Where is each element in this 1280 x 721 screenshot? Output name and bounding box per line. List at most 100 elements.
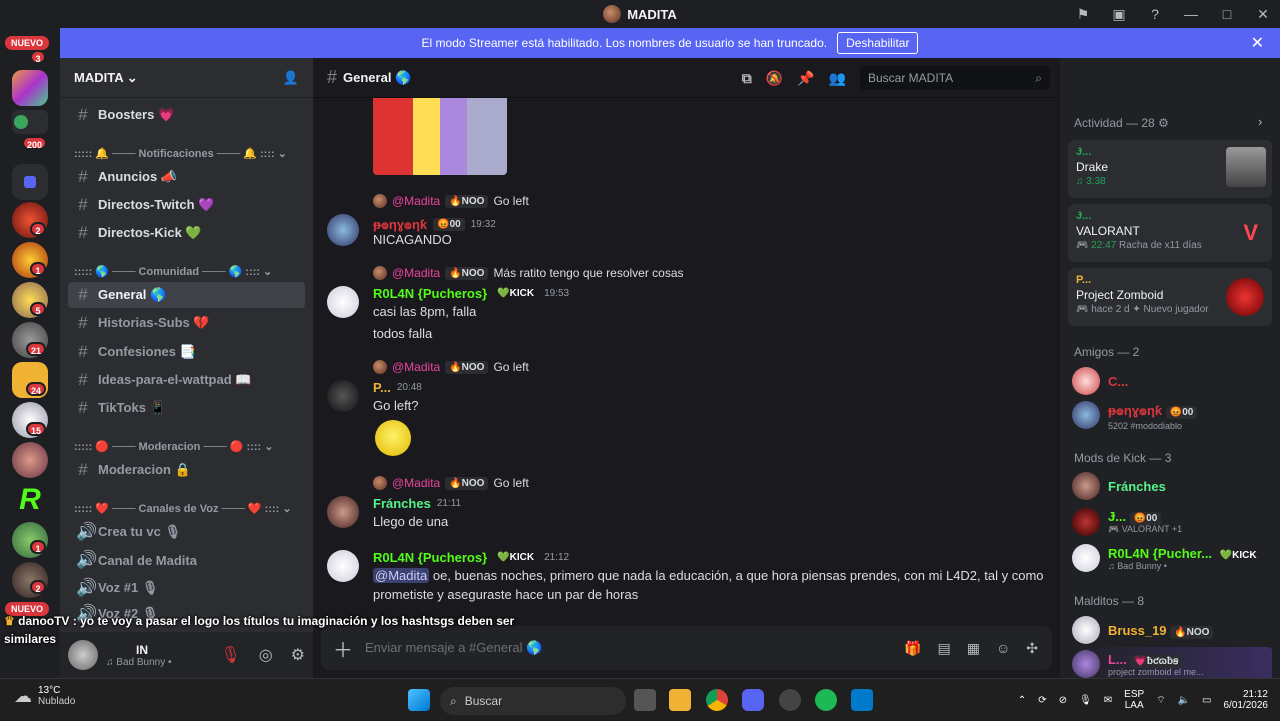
avatar[interactable] — [327, 380, 359, 412]
activity-card[interactable]: P... Project Zomboid 🎮 hace 2 d ✦ Nuevo … — [1068, 268, 1272, 326]
gif-icon[interactable]: ▤ — [938, 640, 951, 657]
pin-icon[interactable]: 📌 — [797, 70, 814, 87]
disable-streamer-button[interactable]: Deshabilitar — [837, 32, 919, 54]
sync-icon[interactable]: ⟳ — [1038, 695, 1046, 706]
clock[interactable]: 21:12 6/01/2026 — [1224, 689, 1269, 711]
activity-card[interactable]: Ɉ... Drake ♫ 3:38 — [1068, 140, 1272, 198]
sticker-icon[interactable]: ▦ — [967, 640, 980, 657]
member-item[interactable]: Fránches — [1072, 469, 1272, 503]
message-author[interactable]: Fránches 21:11 — [373, 496, 461, 511]
channel-directos-kick[interactable]: # Directos-Kick 💚 — [68, 220, 305, 246]
weather-widget[interactable]: ☁ 13°C Nublado — [14, 685, 75, 707]
channel-boosters[interactable]: # Boosters 💗 — [68, 102, 305, 128]
mute-mic-icon[interactable]: 🎙 — [220, 645, 240, 665]
member-status: 5202 #mododiablo — [1108, 420, 1183, 431]
user-mention[interactable]: @Madita — [373, 568, 430, 583]
headphones-icon[interactable]: ◎ — [259, 645, 273, 665]
channel-directos-twitch[interactable]: # Directos-Twitch 💜 — [68, 192, 305, 218]
wifi-icon[interactable]: ⌔ — [1156, 694, 1165, 707]
battery-icon[interactable]: ▭ — [1202, 695, 1211, 706]
channel-general[interactable]: # General 🌎 — [68, 282, 305, 308]
xbox-server-icon[interactable] — [12, 110, 48, 134]
channel-historias-subs[interactable]: # Historias-Subs 💔 — [68, 310, 305, 336]
activity-card[interactable]: Ɉ... VALORANT 🎮 22:47 Racha de x11 días … — [1068, 204, 1272, 262]
channel-moderacion[interactable]: # Moderacion 🔒 — [68, 457, 305, 483]
inbox-icon[interactable]: ▣ — [1110, 6, 1128, 23]
minimize-icon[interactable]: — — [1182, 6, 1200, 22]
category-voz[interactable]: ::::: ❤️ ─── Canales de Voz ─── ❤️ :::: … — [74, 502, 292, 515]
member-item[interactable]: L... 💗ƀƈɷƀꞩ project zomboid el me... — [1072, 647, 1272, 681]
maximize-icon[interactable]: □ — [1218, 6, 1236, 22]
member-item[interactable]: C... — [1072, 364, 1272, 398]
help-icon[interactable]: ? — [1146, 6, 1164, 22]
threads-icon[interactable]: ⧉ — [742, 70, 752, 87]
avatar[interactable] — [327, 550, 359, 582]
mic-icon[interactable]: 🎙 — [1079, 695, 1092, 706]
voice-channel-madita[interactable]: 🔊 Canal de Madita — [68, 547, 305, 573]
member-item[interactable]: R0L4N {Pucher... 💚KICK ♫ Bad Bunny • — [1072, 541, 1272, 575]
discord-icon[interactable] — [742, 689, 764, 711]
chevron-right-icon[interactable]: › — [1258, 114, 1262, 129]
flag-icon[interactable]: ⚑ — [1074, 6, 1092, 23]
file-explorer-icon[interactable] — [669, 689, 691, 711]
app-icon[interactable] — [779, 689, 801, 711]
reply-reference[interactable]: @Madita 🔥NOO Go left — [373, 360, 529, 374]
valorant-icon: V — [1243, 220, 1258, 245]
language-indicator[interactable]: ESP LAA — [1124, 689, 1144, 711]
task-view-icon[interactable] — [634, 689, 656, 711]
reply-reference[interactable]: @Madita 🔥NOO Go left — [373, 476, 529, 490]
member-status: 🎮 VALORANT +1 — [1108, 524, 1183, 534]
volume-icon[interactable]: 🔈 — [1178, 695, 1190, 706]
network-off-icon[interactable]: ⊘ — [1059, 695, 1067, 706]
folder-icon[interactable] — [12, 164, 48, 200]
emoji-icon[interactable]: ☺ — [996, 640, 1010, 657]
user-status-text: Bad Bunny • — [116, 656, 172, 668]
member-name: C... — [1108, 373, 1129, 389]
mail-icon[interactable]: ✉ — [1104, 695, 1112, 706]
guild-header[interactable]: MADITA ⌄ 👤 — [60, 58, 313, 98]
taskbar-search[interactable]: ⌕ Buscar — [440, 687, 626, 715]
members-icon[interactable]: 👥 — [829, 70, 846, 87]
search-input[interactable]: Buscar MADITA ⌕ — [860, 66, 1050, 90]
chevron-up-icon[interactable]: ⌃ — [1018, 695, 1026, 706]
channel-ideas[interactable]: # Ideas-para-el-wattpad 📖 — [68, 367, 305, 393]
message-image-attachment[interactable] — [373, 98, 507, 175]
message-author[interactable]: R0L4N {Pucheros} 💚KICK 19:53 — [373, 286, 569, 301]
kick-server-icon[interactable]: R — [12, 482, 48, 518]
voice-channel-crea[interactable]: 🔊 Crea tu vc 🎙 — [68, 519, 305, 545]
server-icon[interactable] — [12, 70, 48, 106]
avatar[interactable] — [327, 286, 359, 318]
chrome-icon[interactable] — [706, 689, 728, 711]
add-member-icon[interactable]: 👤 — [283, 70, 299, 86]
avatar[interactable] — [327, 496, 359, 528]
hash-icon: # — [78, 313, 88, 332]
member-item[interactable]: Ɉ... 😡00 🎮 VALORANT +1 — [1072, 505, 1272, 539]
category-notificaciones[interactable]: ::::: 🔔 ─── Notificaciones ─── 🔔 :::: ⌄ — [74, 147, 287, 160]
notifications-muted-icon[interactable]: 🔕 — [766, 70, 783, 87]
channel-tiktoks[interactable]: # TikToks 📱 — [68, 395, 305, 421]
close-icon[interactable]: ✕ — [1251, 33, 1264, 53]
reply-reference[interactable]: @Madita 🔥NOO Go left — [373, 194, 529, 208]
gear-icon[interactable]: ⚙ — [291, 645, 305, 665]
windows-start-icon[interactable] — [408, 689, 430, 711]
apps-icon[interactable]: ✣ — [1026, 640, 1038, 657]
avatar[interactable] — [327, 214, 359, 246]
member-item[interactable]: Bruss_19 🔥NOO — [1072, 613, 1272, 647]
hash-icon: # — [327, 67, 338, 87]
message-author[interactable]: R0L4N {Pucheros} 💚KICK 21:12 — [373, 550, 569, 565]
channel-anuncios[interactable]: # Anuncios 📣 — [68, 164, 305, 190]
vscode-icon[interactable] — [851, 689, 873, 711]
category-moderacion[interactable]: ::::: 🔴 ─── Moderacion ─── 🔴 :::: ⌄ — [74, 440, 273, 453]
message-author[interactable]: P... 20:48 — [373, 380, 422, 395]
voice-channel-voz1[interactable]: 🔊 Voz #1 🎙 — [68, 575, 305, 601]
reply-reference[interactable]: @Madita 🔥NOO Más ratito tengo que resolv… — [373, 266, 684, 280]
spotify-icon[interactable] — [815, 689, 837, 711]
server-icon[interactable] — [12, 442, 48, 478]
close-window-icon[interactable]: ✕ — [1254, 6, 1272, 23]
gear-icon[interactable]: ⚙ — [1158, 116, 1169, 130]
member-item[interactable]: ᵽ๏ƞɣ๏ƞƙ 😡00 5202 #mododiablo — [1072, 398, 1272, 432]
zomboid-icon — [1226, 278, 1264, 316]
gift-icon[interactable]: 🎁 — [904, 640, 921, 657]
channel-confesiones[interactable]: # Confesiones 📑 — [68, 339, 305, 365]
category-comunidad[interactable]: ::::: 🌎 ─── Comunidad ─── 🌎 :::: ⌄ — [74, 265, 272, 278]
